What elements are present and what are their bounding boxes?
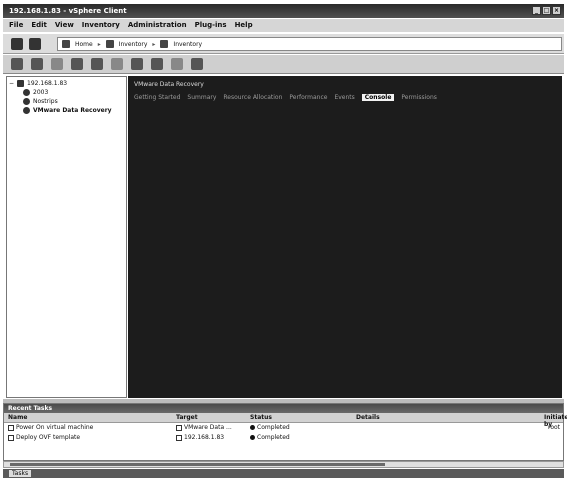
window-title: 192.168.1.83 - vSphere Client	[9, 7, 127, 15]
menu-plugins[interactable]: Plug-ins	[195, 21, 227, 30]
snapshot-icon[interactable]	[111, 58, 123, 70]
menu-administration[interactable]: Administration	[128, 21, 187, 30]
vm-icon	[23, 89, 30, 96]
back-icon[interactable]	[11, 38, 23, 50]
task-name: Deploy OVF template	[16, 434, 81, 441]
tree-item-label: 192.168.1.83	[27, 80, 68, 87]
tab-strip: Getting Started Summary Resource Allocat…	[134, 94, 437, 101]
stop-icon[interactable]	[11, 58, 23, 70]
collapse-icon[interactable]: −	[9, 80, 14, 87]
navigation-bar: Home ▸ Inventory ▸ Inventory	[3, 33, 564, 54]
reset-icon[interactable]	[91, 58, 103, 70]
inventory-tree: − 192.168.1.83 2003 Nostrips VMware Data…	[6, 76, 127, 398]
status-bar: Tasks	[3, 469, 564, 478]
vm-detail-panel: VMware Data Recovery Getting Started Sum…	[128, 76, 562, 398]
inventory-view-icon	[160, 40, 169, 48]
task-initiator: root	[548, 424, 561, 431]
crumb-separator-icon: ▸	[152, 40, 156, 48]
tasks-button[interactable]: Tasks	[9, 470, 32, 477]
tree-item-vm-selected[interactable]: VMware Data Recovery	[9, 106, 124, 115]
revert-icon[interactable]	[131, 58, 143, 70]
column-header-status[interactable]: Status	[250, 414, 272, 421]
menu-edit[interactable]: Edit	[31, 21, 47, 30]
table-row[interactable]: Deploy OVF template 192.168.1.83 Complet…	[4, 433, 563, 443]
breadcrumb: Home ▸ Inventory ▸ Inventory	[57, 37, 562, 51]
play-icon[interactable]	[51, 58, 63, 70]
home-icon[interactable]	[62, 40, 70, 48]
menu-inventory[interactable]: Inventory	[82, 21, 120, 30]
tree-item-label: 2003	[33, 89, 49, 96]
tab-getting-started[interactable]: Getting Started	[134, 94, 180, 101]
window-title-bar: 192.168.1.83 - vSphere Client _ □ ×	[3, 4, 564, 18]
tab-summary[interactable]: Summary	[187, 94, 216, 101]
console-icon[interactable]	[151, 58, 163, 70]
close-icon[interactable]: ×	[552, 6, 561, 15]
crumb-home[interactable]: Home	[75, 41, 93, 48]
host-icon	[176, 434, 182, 441]
task-icon	[8, 434, 14, 441]
inventory-icon	[105, 40, 114, 48]
vm-icon	[23, 107, 30, 114]
task-status: Completed	[257, 434, 290, 441]
vm-icon	[176, 424, 182, 431]
column-header-target[interactable]: Target	[176, 414, 198, 421]
task-target: VMware Data ...	[184, 424, 232, 431]
crumb-inventory[interactable]: Inventory	[119, 41, 148, 48]
pause-icon[interactable]	[31, 58, 43, 70]
task-status: Completed	[257, 424, 290, 431]
crumb-separator-icon: ▸	[97, 40, 101, 48]
table-row[interactable]: Power On virtual machine VMware Data ...…	[4, 423, 563, 433]
tree-item-label: VMware Data Recovery	[33, 107, 112, 114]
menu-bar: File Edit View Inventory Administration …	[3, 19, 564, 32]
refresh-icon[interactable]	[71, 58, 83, 70]
tree-item-vm[interactable]: Nostrips	[9, 97, 124, 106]
menu-help[interactable]: Help	[235, 21, 253, 30]
completed-icon	[250, 435, 255, 440]
host-icon	[17, 80, 25, 87]
tab-permissions[interactable]: Permissions	[401, 94, 437, 101]
vm-icon	[23, 98, 30, 105]
tree-item-label: Nostrips	[33, 98, 58, 105]
tree-item-vm[interactable]: 2003	[9, 88, 124, 97]
scrollbar-thumb[interactable]	[10, 463, 385, 466]
forward-icon[interactable]	[29, 38, 41, 50]
menu-file[interactable]: File	[9, 21, 23, 30]
column-header-details[interactable]: Details	[356, 414, 380, 421]
table-header: Name Target Status Details Initiated by	[4, 413, 567, 428]
tab-events[interactable]: Events	[334, 94, 354, 101]
tab-resource-allocation[interactable]: Resource Allocation	[223, 94, 282, 101]
column-header-name[interactable]: Name	[8, 414, 27, 421]
recent-tasks-panel: Recent Tasks Name Target Status Details …	[3, 403, 567, 461]
recent-tasks-title: Recent Tasks	[4, 404, 563, 413]
edit-settings-icon[interactable]	[191, 58, 203, 70]
crumb-inventory-view[interactable]: Inventory	[173, 41, 202, 48]
task-name: Power On virtual machine	[16, 424, 94, 431]
tree-item-host[interactable]: − 192.168.1.83	[9, 79, 124, 88]
task-target: 192.168.1.83	[184, 434, 225, 441]
completed-icon	[250, 425, 255, 430]
task-icon	[8, 424, 14, 431]
minimize-icon[interactable]: _	[532, 6, 541, 15]
maximize-icon[interactable]: □	[542, 6, 551, 15]
panel-title: VMware Data Recovery	[134, 81, 204, 88]
horizontal-scrollbar[interactable]	[3, 461, 564, 468]
toolbar	[3, 55, 564, 74]
window-controls: _ □ ×	[532, 6, 561, 15]
tab-performance[interactable]: Performance	[289, 94, 327, 101]
tab-console[interactable]: Console	[361, 94, 395, 101]
menu-view[interactable]: View	[55, 21, 74, 30]
migrate-icon[interactable]	[171, 58, 183, 70]
